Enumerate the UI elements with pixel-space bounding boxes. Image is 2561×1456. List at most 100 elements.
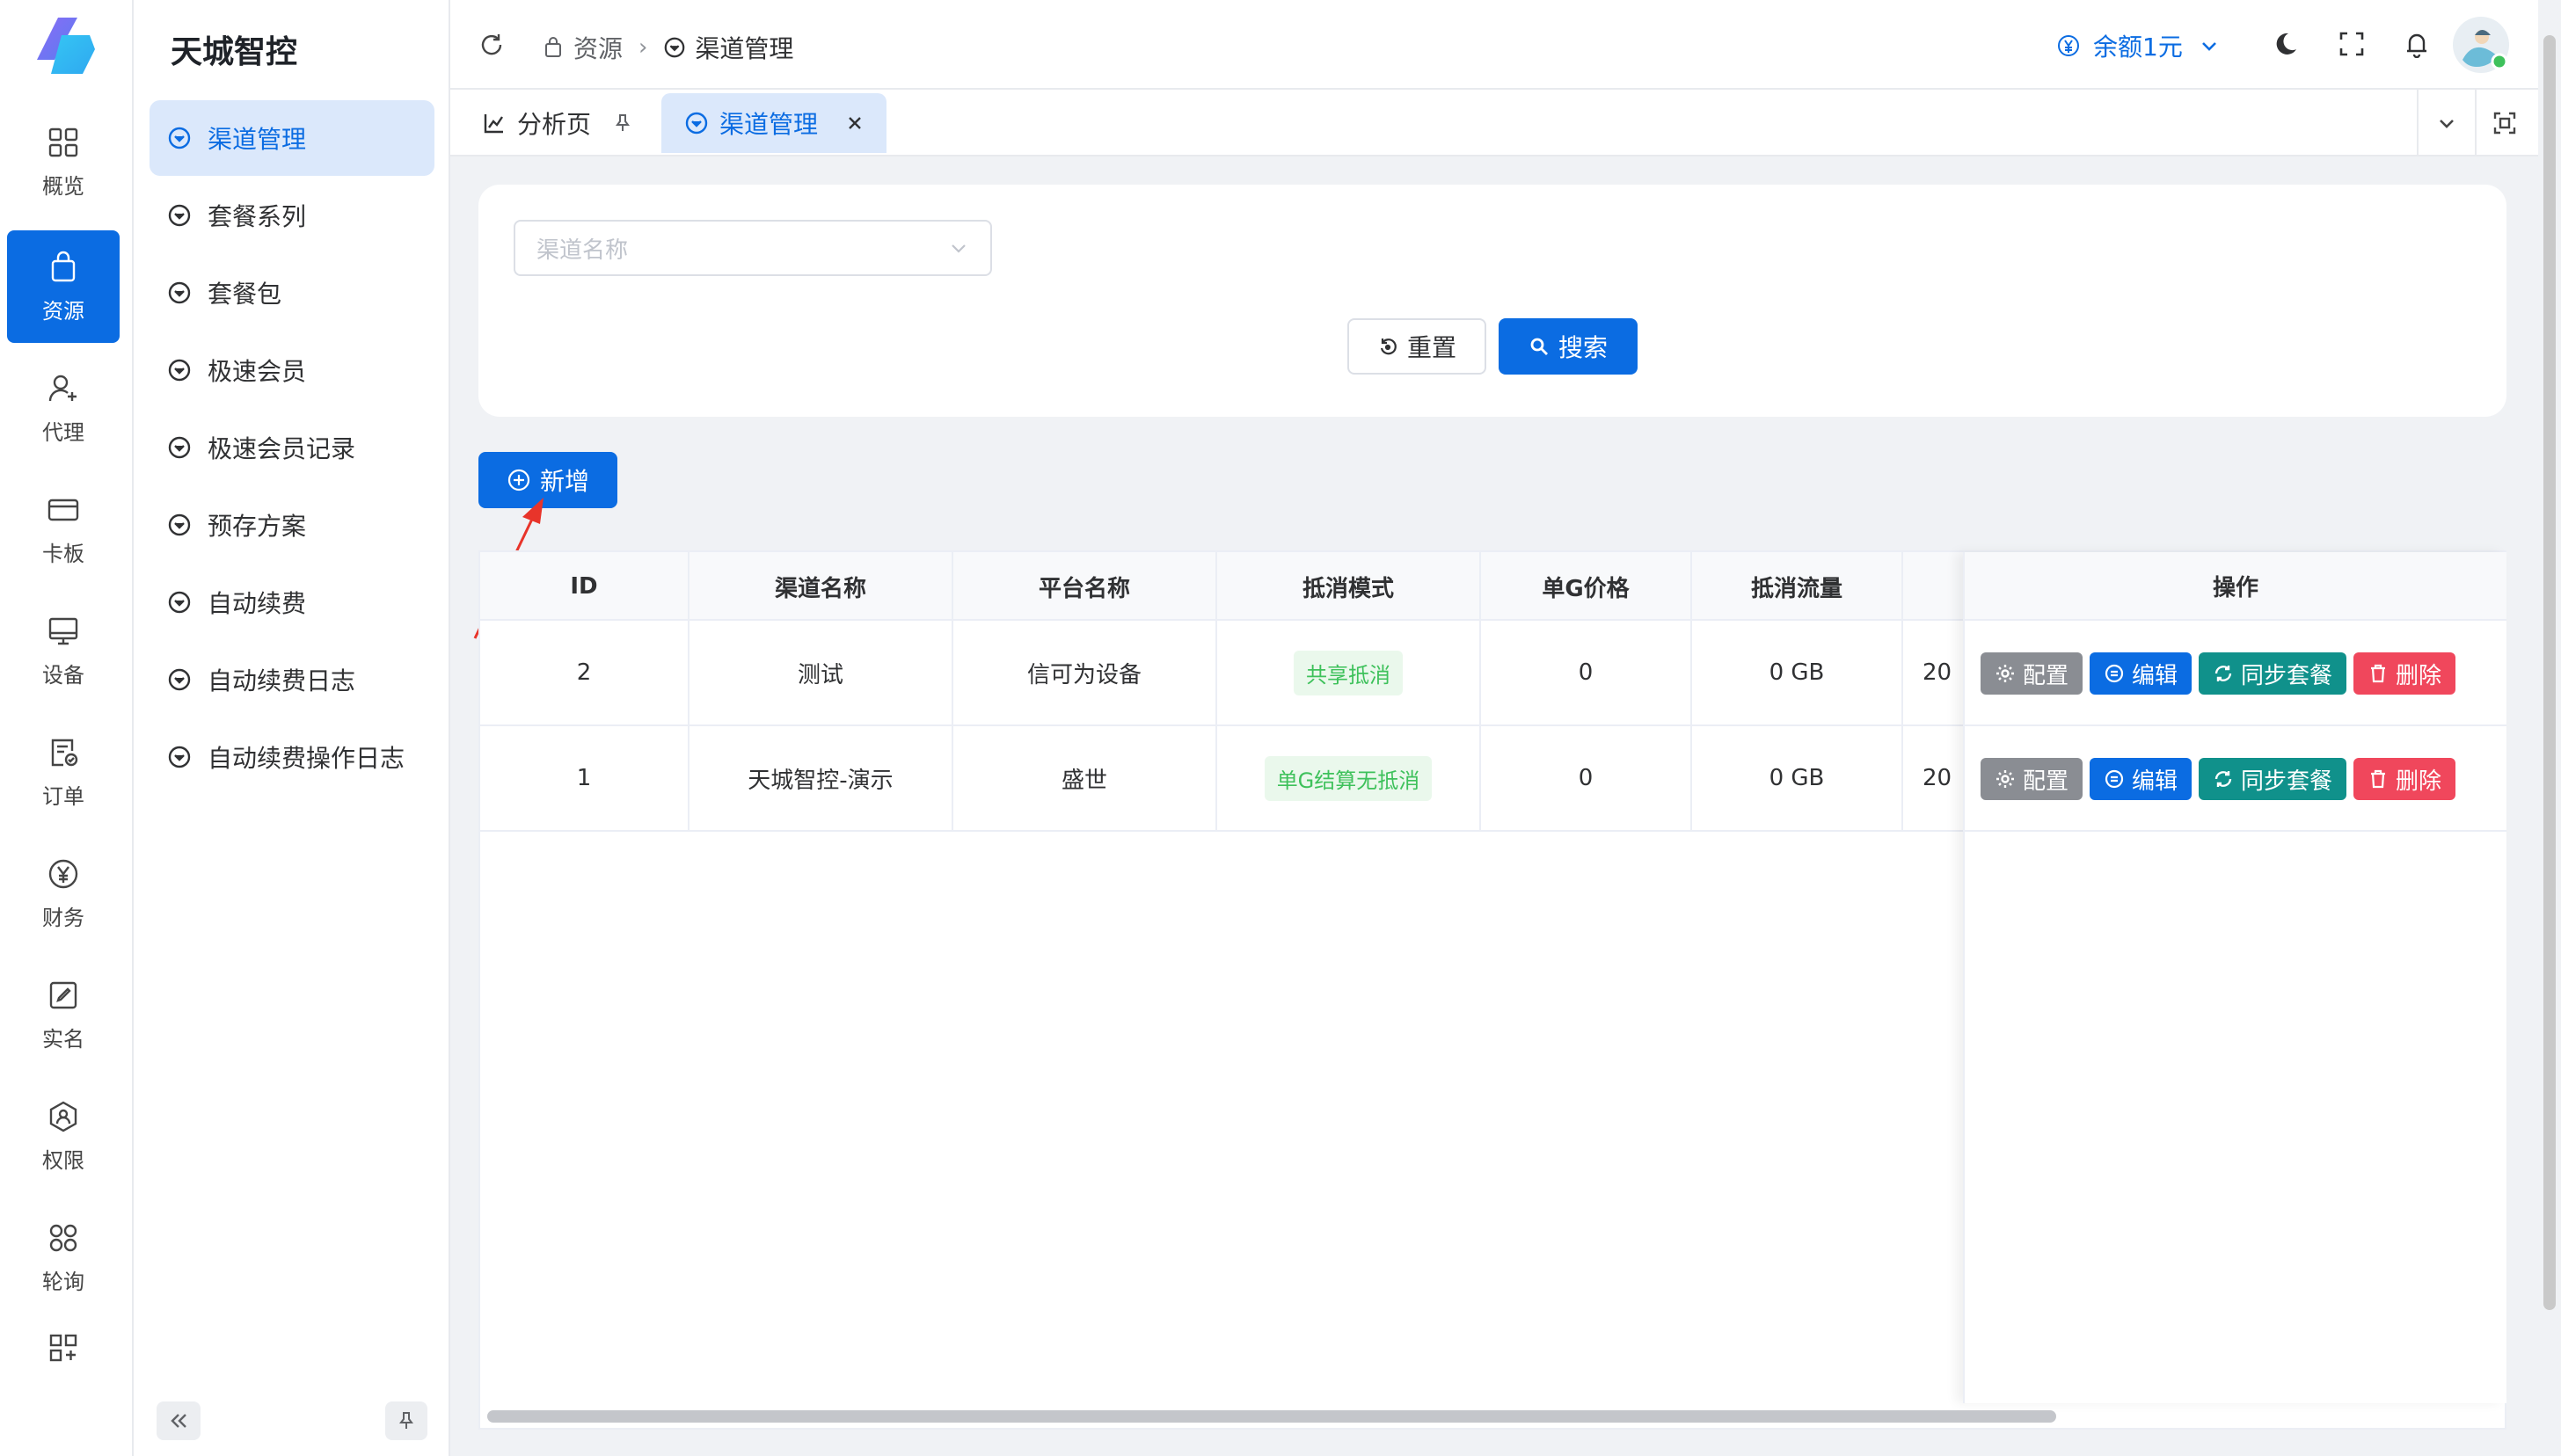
cell-traffic: 0 GB (1692, 726, 1903, 830)
yen-circle-icon (2058, 35, 2079, 56)
rail-label: 概览 (42, 173, 84, 199)
cluster-icon (49, 1224, 77, 1251)
rail-item-more[interactable] (7, 1298, 120, 1407)
collapse-sidebar-button[interactable] (157, 1401, 201, 1440)
rail-item-polling[interactable]: 轮询 (7, 1201, 120, 1314)
maximize-icon (2493, 112, 2516, 135)
rail-item-cards[interactable]: 卡板 (7, 473, 120, 586)
submenu-item-package[interactable]: 套餐包 (150, 255, 434, 331)
chevron-down-icon (2440, 120, 2454, 128)
rail-item-overview[interactable]: 概览 (7, 106, 120, 218)
submenu-item-fast-member[interactable]: 极速会员 (150, 332, 434, 408)
rail-label: 卡板 (42, 541, 84, 566)
column-header-platform: 平台名称 (953, 552, 1217, 621)
cell-traffic: 0 GB (1692, 621, 1903, 724)
delete-button[interactable]: 删除 (2353, 758, 2456, 800)
vertical-scrollbar[interactable] (2543, 35, 2556, 1310)
fullscreen-button[interactable] (2338, 30, 2366, 58)
user-avatar[interactable] (2452, 16, 2510, 74)
submenu-item-auto-renew[interactable]: 自动续费 (150, 564, 434, 640)
pin-icon[interactable] (612, 113, 633, 134)
rail-label: 资源 (42, 298, 84, 324)
submenu-item-fast-member-records[interactable]: 极速会员记录 (150, 410, 434, 485)
rail-label: 实名 (42, 1026, 84, 1052)
rail-label: 轮询 (42, 1269, 84, 1294)
column-header-operations: 操作 (1965, 552, 2506, 621)
chevron-circle-icon (168, 591, 191, 614)
rail-item-finance[interactable]: 财务 (7, 837, 120, 950)
rail-item-devices[interactable]: 设备 (7, 594, 120, 707)
rail-item-permissions[interactable]: 权限 (7, 1080, 120, 1192)
apps-icon (49, 1334, 77, 1362)
config-button[interactable]: 配置 (1981, 758, 2083, 800)
breadcrumb-current: 渠道管理 (695, 34, 794, 63)
chevron-circle-icon (168, 513, 191, 536)
sync-icon (2214, 666, 2232, 681)
pin-icon (399, 1412, 413, 1429)
delete-button[interactable]: 删除 (2353, 652, 2456, 695)
avatar-icon (2453, 17, 2509, 73)
sync-package-button[interactable]: 同步套餐 (2199, 758, 2347, 800)
edit-circle-icon (2105, 769, 2124, 789)
chevron-circle-icon (168, 359, 191, 382)
edit-button[interactable]: 编辑 (2090, 652, 2193, 695)
sync-package-button[interactable]: 同步套餐 (2199, 652, 2347, 695)
notifications-button[interactable] (2403, 30, 2431, 58)
fullscreen-icon (2339, 32, 2364, 56)
submenu-item-auto-renew-op-log[interactable]: 自动续费操作日志 (150, 719, 434, 795)
cell-price: 0 (1481, 726, 1692, 830)
submenu-label: 极速会员记录 (208, 434, 356, 463)
search-button[interactable]: 搜索 (1499, 318, 1638, 375)
rail-label: 订单 (42, 783, 84, 809)
submenu-item-prepaid-plan[interactable]: 预存方案 (150, 487, 434, 563)
gear-icon (1996, 770, 2014, 788)
gear-icon (1996, 665, 2014, 682)
pin-sidebar-button[interactable] (385, 1401, 427, 1440)
close-icon[interactable] (846, 114, 864, 132)
rail-label: 财务 (42, 905, 84, 930)
chevron-down-icon (2201, 42, 2216, 51)
cell-mode: 单G结算无抵消 (1217, 726, 1481, 830)
tab-channel-management[interactable]: 渠道管理 (661, 93, 887, 153)
dashboard-icon (48, 127, 78, 157)
bag-icon (545, 37, 561, 57)
submenu-label: 套餐包 (208, 280, 282, 309)
submenu-label: 自动续费日志 (208, 666, 356, 695)
refresh-button[interactable] (478, 32, 505, 58)
mode-tag: 共享抵消 (1294, 650, 1403, 695)
chevron-down-icon (952, 244, 966, 253)
channel-name-select[interactable]: 渠道名称 (514, 220, 992, 276)
dark-mode-toggle[interactable] (2271, 30, 2299, 58)
submenu-label: 自动续费操作日志 (208, 744, 405, 773)
tab-analysis[interactable]: 分析页 (459, 93, 656, 153)
search-card: 渠道名称 重置 搜索 (478, 185, 2506, 417)
moon-icon (2276, 33, 2296, 55)
submenu-item-channel-management[interactable]: 渠道管理 (150, 100, 434, 176)
submenu-item-package-series[interactable]: 套餐系列 (150, 178, 434, 253)
channel-name-placeholder: 渠道名称 (536, 237, 629, 264)
cell-platform: 盛世 (953, 726, 1217, 830)
horizontal-scrollbar[interactable] (487, 1410, 2056, 1423)
breadcrumb-parent[interactable]: 资源 (573, 30, 623, 65)
tabs-dropdown-button[interactable] (2417, 90, 2475, 157)
rail-item-agents[interactable]: 代理 (7, 352, 120, 464)
balance-dropdown[interactable]: 余额1元 (2056, 28, 2220, 63)
card-icon (47, 499, 79, 521)
submenu-item-auto-renew-log[interactable]: 自动续费日志 (150, 642, 434, 717)
config-button[interactable]: 配置 (1981, 652, 2083, 695)
mode-tag: 单G结算无抵消 (1264, 755, 1433, 801)
balance-text: 余额1元 (2093, 33, 2183, 62)
cell-platform: 信可为设备 (953, 621, 1217, 724)
rail-label: 权限 (42, 1147, 84, 1173)
yen-icon (48, 859, 78, 888)
cell-id: 1 (480, 726, 690, 830)
logo-icon (37, 18, 95, 74)
tabs-bar: 分析页 渠道管理 (450, 90, 2538, 157)
tabs-maximize-button[interactable] (2475, 90, 2533, 157)
edit-icon (49, 981, 77, 1008)
rail-item-orders[interactable]: 订单 (7, 716, 120, 828)
rail-item-realname[interactable]: 实名 (7, 958, 120, 1071)
reset-button[interactable]: 重置 (1347, 318, 1486, 375)
edit-button[interactable]: 编辑 (2090, 758, 2193, 800)
rail-item-resources[interactable]: 资源 (7, 230, 120, 343)
